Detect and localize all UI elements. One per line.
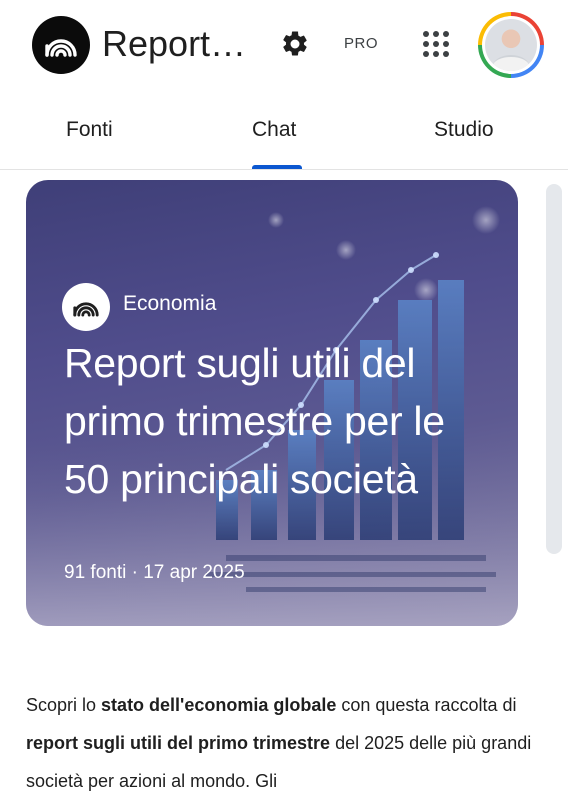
- active-tab-indicator: [252, 165, 302, 169]
- notebook-title[interactable]: Report…: [102, 22, 246, 66]
- description-text: con questa raccolta di: [336, 695, 517, 715]
- description-highlight: stato dell'economia globale: [101, 695, 337, 715]
- scrollbar-thumb[interactable]: [546, 184, 562, 554]
- tab-chat[interactable]: Chat: [252, 118, 296, 142]
- card-title: Report sugli utili del primo trimestre p…: [64, 340, 445, 502]
- tab-studio[interactable]: Studio: [434, 118, 494, 142]
- apps-grid-icon[interactable]: [420, 28, 452, 60]
- user-avatar[interactable]: [478, 12, 544, 78]
- card-topic-label: Economia: [123, 292, 217, 315]
- tab-fonti[interactable]: Fonti: [66, 118, 113, 142]
- notebook-hero-card: Economia Report sugli utili del primo tr…: [26, 180, 518, 626]
- topic-logo-icon: [62, 283, 110, 331]
- avatar-photo: [485, 19, 537, 71]
- description-highlight: report sugli utili del primo trimestre: [26, 733, 331, 753]
- card-meta: 91 fonti · 17 apr 2025: [64, 562, 245, 583]
- app-bar: Report… PRO: [0, 0, 568, 88]
- gear-icon[interactable]: [280, 29, 310, 59]
- tab-bar: Fonti Chat Studio: [0, 96, 568, 170]
- notebook-description: Scopri lo stato dell'economia globale co…: [26, 686, 546, 800]
- notebook-logo-icon[interactable]: [32, 16, 90, 74]
- pro-badge[interactable]: PRO: [344, 35, 378, 52]
- description-text: Scopri lo: [26, 695, 102, 715]
